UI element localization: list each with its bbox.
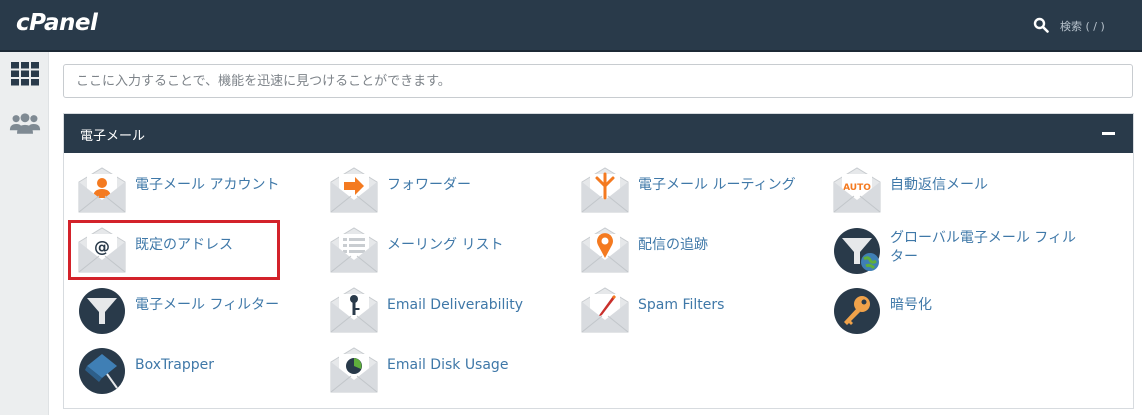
email-filters-item[interactable]: 電子メール フィルター <box>77 286 297 338</box>
item-label: 配信の追跡 <box>638 237 708 253</box>
sidebar <box>0 52 49 415</box>
cpanel-logo[interactable]: cPanel <box>16 10 98 36</box>
track-delivery-item[interactable]: 配信の追跡 <box>580 226 800 278</box>
spam-filters-item[interactable]: Spam Filters <box>580 286 800 338</box>
boxtrapper-icon <box>79 348 125 394</box>
email-accounts-item[interactable]: 電子メール アカウント <box>77 166 297 218</box>
feature-search-input[interactable] <box>63 64 1133 98</box>
encryption-item[interactable]: 暗号化 <box>832 286 1052 338</box>
email-deliverability-icon <box>330 287 378 333</box>
search-icon[interactable] <box>1033 17 1049 33</box>
track-delivery-icon <box>581 227 629 273</box>
item-label: Spam Filters <box>638 297 725 313</box>
auto-text: AUTO <box>843 183 871 193</box>
item-label: Email Disk Usage <box>387 357 509 373</box>
item-label: 電子メール ルーティング <box>638 177 796 193</box>
apps-grid-icon[interactable] <box>9 60 41 88</box>
email-routing-item[interactable]: 電子メール ルーティング <box>580 166 820 218</box>
forwarders-item[interactable]: フォワーダー <box>329 166 549 218</box>
item-label: 電子メール アカウント <box>135 177 280 193</box>
autoresponders-icon: AUTO <box>833 167 881 213</box>
email-filters-icon <box>79 288 125 334</box>
at-symbol: @ <box>94 237 110 256</box>
email-deliverability-item[interactable]: Email Deliverability <box>329 286 549 338</box>
global-email-filters-icon <box>834 228 880 274</box>
item-label: 自動返信メール <box>890 177 988 193</box>
users-icon[interactable] <box>9 110 41 138</box>
encryption-icon <box>834 288 880 334</box>
global-email-filters-item[interactable]: グローバル電子メール フィルター <box>832 226 1092 278</box>
item-label: 暗号化 <box>890 297 932 313</box>
panel-title: 電子メール <box>80 129 146 144</box>
email-disk-usage-icon <box>330 347 378 393</box>
email-accounts-icon <box>78 167 126 213</box>
item-label: BoxTrapper <box>135 357 214 373</box>
email-routing-icon <box>581 167 629 213</box>
forwarders-icon <box>330 167 378 213</box>
default-address-icon: @ <box>78 227 126 273</box>
boxtrapper-item[interactable]: BoxTrapper <box>77 346 297 398</box>
item-label: 既定のアドレス <box>135 237 233 253</box>
default-address-item[interactable]: @ 既定のアドレス <box>77 226 277 278</box>
mailing-lists-item[interactable]: メーリング リスト <box>329 226 549 278</box>
email-disk-usage-item[interactable]: Email Disk Usage <box>329 346 549 398</box>
item-label: Email Deliverability <box>387 297 524 313</box>
autoresponders-item[interactable]: AUTO 自動返信メール <box>832 166 1052 218</box>
collapse-icon[interactable] <box>1102 132 1115 135</box>
top-bar: cPanel 検索 ( / ) <box>0 0 1142 52</box>
mailing-lists-icon <box>330 227 378 273</box>
item-label: フォワーダー <box>387 177 471 193</box>
email-panel-header[interactable]: 電子メール <box>64 114 1133 153</box>
item-label: メーリング リスト <box>387 237 504 253</box>
top-search-label[interactable]: 検索 ( / ) <box>1060 18 1105 34</box>
item-label: グローバル電子メール フィルター <box>890 230 1077 265</box>
spam-filters-icon <box>581 287 629 333</box>
item-label: 電子メール フィルター <box>135 297 280 313</box>
